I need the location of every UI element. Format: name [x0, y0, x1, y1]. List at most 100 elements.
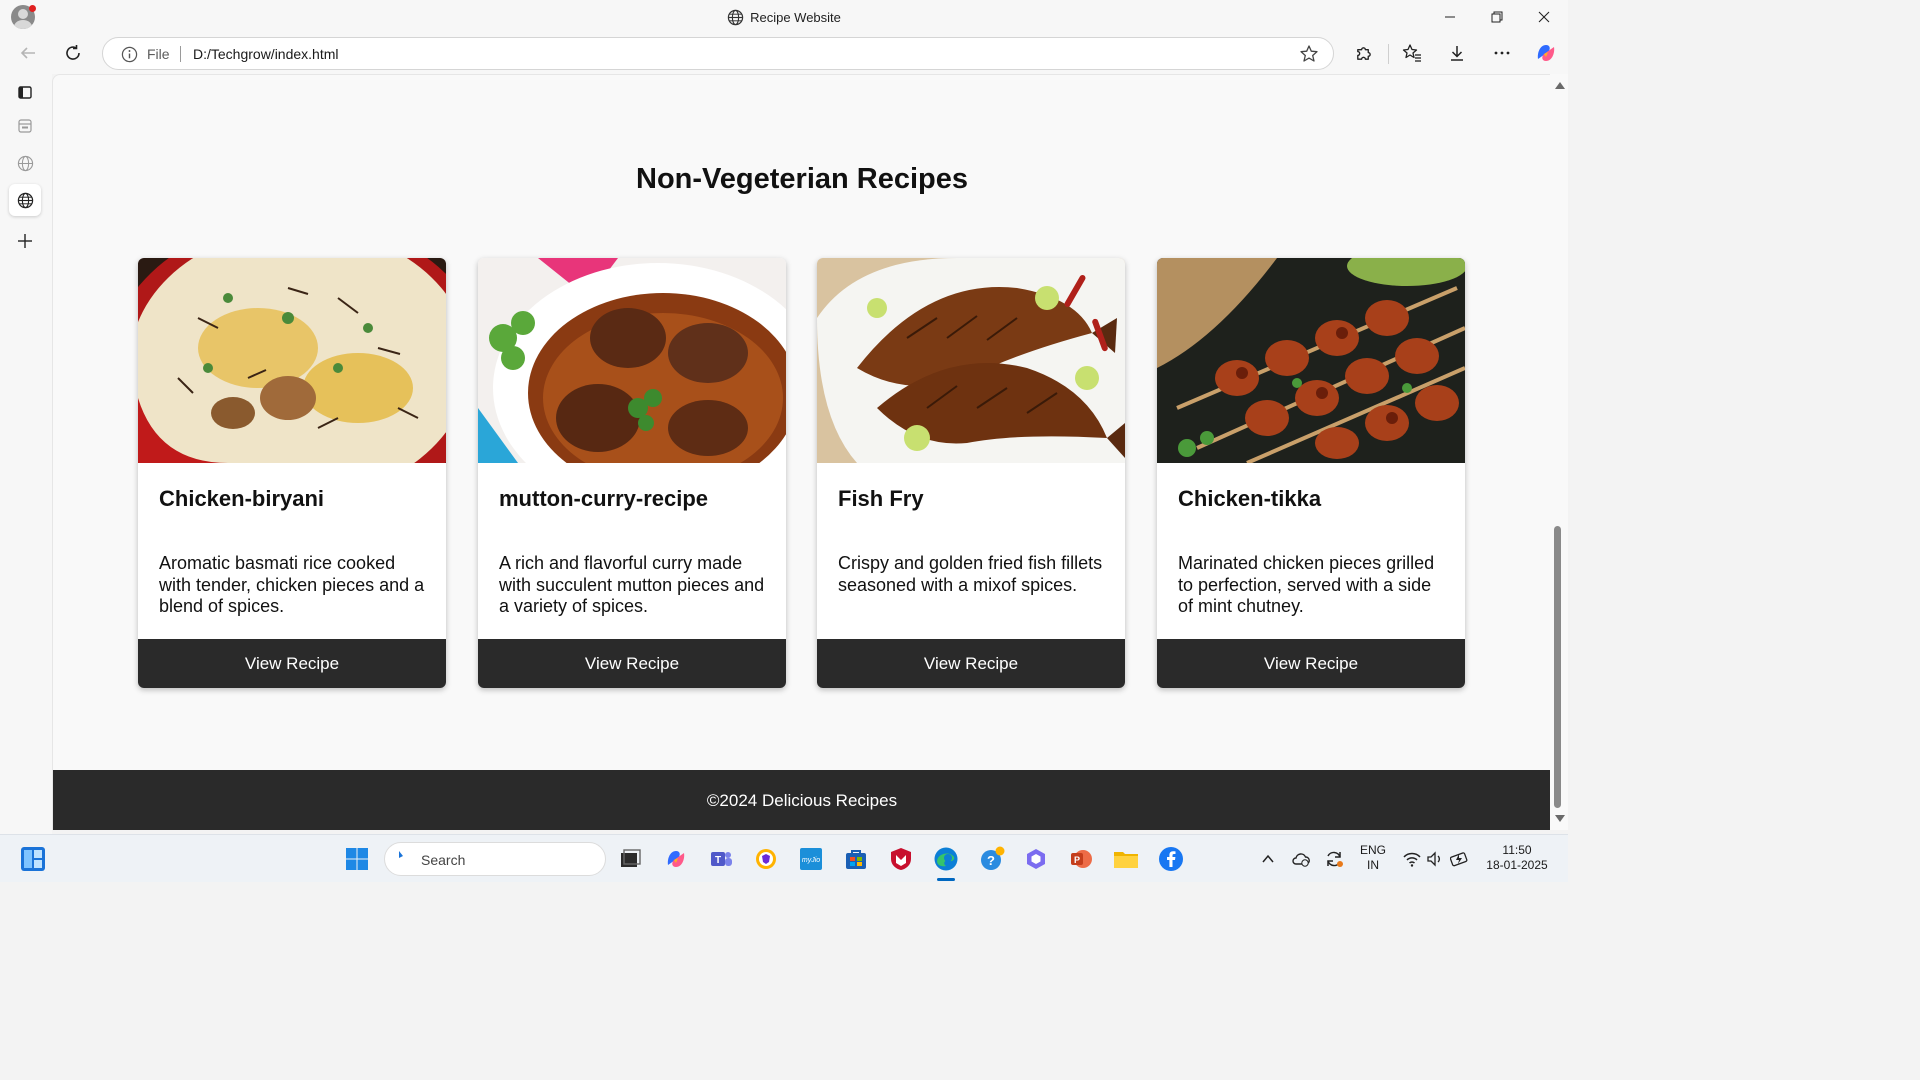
sidebar-tab-2[interactable]	[9, 147, 41, 179]
taskbar-edge-app[interactable]	[932, 845, 960, 873]
view-recipe-button[interactable]: View Recipe	[138, 639, 446, 688]
browser-toolbar: File D:/Techgrow/index.html	[0, 34, 1568, 74]
recipe-card: Chicken-biryani Aromatic basmati rice co…	[138, 258, 446, 688]
ellipsis-icon	[1494, 51, 1510, 55]
toolbar-separator	[1388, 44, 1389, 64]
svg-text:?: ?	[987, 853, 995, 868]
start-button[interactable]	[343, 845, 371, 873]
favorites-button[interactable]	[1398, 39, 1426, 67]
back-button[interactable]	[14, 39, 42, 67]
update-tray-button[interactable]	[1320, 845, 1348, 873]
favorites-list-icon	[1402, 44, 1421, 62]
recipe-title: Chicken-biryani	[159, 486, 325, 511]
taskbar-search-placeholder: Search	[421, 852, 466, 868]
scroll-up-arrow-icon[interactable]	[1555, 82, 1565, 89]
chicken-biryani-image	[138, 258, 446, 463]
favorite-star-icon[interactable]	[1299, 44, 1319, 64]
myjio-icon: myJio	[800, 848, 822, 870]
more-options-button[interactable]	[1488, 39, 1516, 67]
file-scheme-label: File	[147, 46, 170, 62]
copilot-button[interactable]	[1532, 39, 1560, 67]
vertical-tabs-sidebar	[0, 74, 52, 834]
url-text[interactable]: D:/Techgrow/index.html	[193, 46, 339, 62]
fish-fry-image	[817, 258, 1125, 463]
minimize-icon	[1445, 16, 1455, 18]
vertical-scrollbar[interactable]	[1550, 74, 1568, 830]
app-hexagon-icon	[1027, 849, 1045, 869]
recipe-description: A rich and flavorful curry made with suc…	[499, 553, 765, 616]
svg-text:T: T	[715, 855, 721, 866]
recipe-title: Fish Fry	[838, 486, 924, 511]
page-heading: Non-Vegeterian Recipes	[636, 163, 968, 195]
scroll-thumb[interactable]	[1554, 526, 1561, 808]
shield-vpn-icon	[756, 849, 776, 869]
battery-tray-button[interactable]	[1446, 845, 1474, 873]
facebook-icon	[1159, 847, 1183, 871]
taskbar-file-explorer-app[interactable]	[1112, 845, 1140, 873]
refresh-icon	[66, 45, 80, 60]
view-recipe-button[interactable]: View Recipe	[478, 639, 786, 688]
widgets-icon	[21, 847, 45, 871]
page-viewport: Non-Vegeterian Recipes Chicken-biryani A…	[52, 74, 1550, 830]
extensions-button[interactable]	[1349, 39, 1377, 67]
info-icon[interactable]	[121, 46, 138, 63]
restore-icon	[1491, 11, 1503, 23]
taskbar-teams-app[interactable]: T	[707, 845, 735, 873]
sidebar-tab-active[interactable]	[9, 184, 41, 216]
view-recipe-button[interactable]: View Recipe	[817, 639, 1125, 688]
address-bar[interactable]: File D:/Techgrow/index.html	[102, 37, 1334, 70]
refresh-button[interactable]	[59, 39, 87, 67]
bing-search-icon	[399, 851, 403, 858]
chevron-up-icon	[1262, 854, 1274, 863]
teams-icon: T	[711, 852, 732, 866]
language-code: ENG	[1359, 843, 1386, 857]
folder-icon	[1114, 852, 1138, 868]
restore-button[interactable]	[1485, 6, 1509, 28]
taskbar-mcafee-app[interactable]	[887, 845, 915, 873]
minimize-button[interactable]	[1438, 6, 1462, 28]
download-icon	[1451, 46, 1463, 61]
taskbar-photos-app[interactable]	[1022, 845, 1050, 873]
recipe-card: Chicken-tikka Marinated chicken pieces g…	[1157, 258, 1465, 688]
clock[interactable]: 11:50 18-01-2025	[1478, 843, 1556, 873]
taskbar-copilot-app[interactable]	[662, 845, 690, 873]
view-recipe-button[interactable]: View Recipe	[1157, 639, 1465, 688]
recipe-description: Marinated chicken pieces grilled to perf…	[1178, 553, 1435, 616]
taskbar-store-app[interactable]	[842, 845, 870, 873]
task-view-button[interactable]	[616, 845, 644, 873]
taskbar-get-help-app[interactable]: ?	[978, 845, 1006, 873]
onedrive-tray-button[interactable]	[1287, 845, 1315, 873]
edge-browser-icon	[934, 847, 958, 871]
taskbar-search-box[interactable]: Search	[384, 842, 606, 876]
globe-icon	[17, 192, 33, 208]
sidebar-tab-1[interactable]	[9, 110, 41, 142]
recipe-card-grid: Chicken-biryani Aromatic basmati rice co…	[138, 258, 1468, 688]
close-icon	[1538, 11, 1550, 23]
taskbar-facebook-app[interactable]	[1157, 845, 1185, 873]
new-tab-button[interactable]	[9, 225, 41, 257]
back-arrow-icon	[20, 47, 35, 59]
copilot-icon	[667, 851, 685, 867]
mcafee-shield-icon	[891, 848, 911, 870]
volume-tray-button[interactable]	[1421, 845, 1449, 873]
downloads-button[interactable]	[1443, 39, 1471, 67]
puzzle-icon	[1356, 46, 1371, 60]
svg-text:myJio: myJio	[802, 857, 820, 864]
taskbar-vpn-app[interactable]	[752, 845, 780, 873]
tab-actions-button[interactable]	[9, 76, 41, 108]
chicken-tikka-image	[1157, 258, 1465, 463]
taskbar-powerpoint-app[interactable]: P	[1067, 845, 1095, 873]
store-bag-icon	[846, 850, 866, 869]
show-hidden-icons-button[interactable]	[1254, 845, 1282, 873]
recipe-description: Aromatic basmati rice cooked with tender…	[159, 553, 425, 616]
footer-text: ©2024 Delicious Recipes	[706, 790, 898, 810]
close-button[interactable]	[1532, 6, 1556, 28]
widgets-button[interactable]	[19, 845, 47, 873]
taskbar-myjio-app[interactable]: myJio	[797, 845, 825, 873]
scroll-down-arrow-icon[interactable]	[1555, 815, 1565, 822]
mutton-curry-image	[478, 258, 786, 463]
window-title-text: Recipe Website	[750, 10, 841, 25]
language-indicator[interactable]: ENG IN	[1356, 843, 1390, 873]
recipe-title: Chicken-tikka	[1178, 486, 1322, 511]
active-app-indicator	[937, 878, 955, 881]
